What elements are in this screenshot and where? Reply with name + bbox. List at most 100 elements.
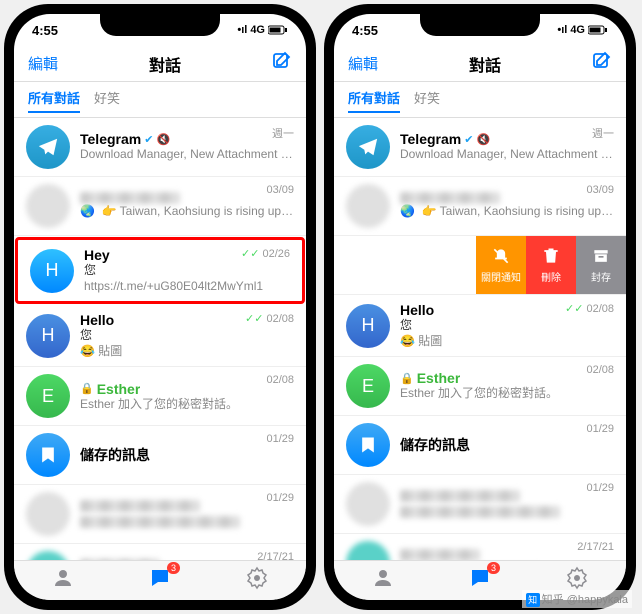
chat-date: 02/08 bbox=[586, 303, 614, 315]
chat-list[interactable]: Telegram ✔ 🔇 Download Manager, New Attac… bbox=[334, 118, 626, 566]
chat-name: Hey bbox=[84, 247, 110, 263]
avatar-saved bbox=[26, 433, 70, 477]
avatar-telegram bbox=[346, 125, 390, 169]
nav-bar: 編輯 對話 bbox=[14, 46, 306, 82]
folder-tabs: 所有對話 好笑 bbox=[14, 82, 306, 118]
chat-name: Telegram bbox=[400, 131, 461, 147]
chat-list[interactable]: Telegram ✔ 🔇 Download Manager, New Attac… bbox=[14, 118, 306, 566]
chats-badge: 3 bbox=[487, 562, 500, 574]
read-check-icon: ✓✓ bbox=[565, 302, 583, 315]
chat-row-telegram[interactable]: Telegram ✔ 🔇 Download Manager, New Attac… bbox=[14, 118, 306, 177]
chat-row-saved[interactable]: 儲存的訊息 01/29 bbox=[334, 416, 626, 475]
avatar: H bbox=[346, 304, 390, 348]
avatar: E bbox=[346, 364, 390, 408]
chats-badge: 3 bbox=[167, 562, 180, 574]
chat-preview: Esther 加入了您的秘密對話。 bbox=[80, 397, 294, 413]
chat-date: 2/17/21 bbox=[577, 541, 614, 553]
signal-icon: •ıl bbox=[237, 24, 247, 36]
swipe-delete-button[interactable]: 刪除 bbox=[526, 236, 576, 294]
network-label: 4G bbox=[250, 24, 265, 36]
chat-date: 01/29 bbox=[586, 423, 614, 435]
chat-name: Esther bbox=[417, 370, 461, 386]
tab-all-chats[interactable]: 所有對話 bbox=[28, 88, 80, 113]
chat-date: 03/09 bbox=[586, 184, 614, 196]
chat-name: Esther bbox=[97, 381, 141, 397]
battery-icon bbox=[268, 25, 288, 35]
chat-date: 02/08 bbox=[266, 313, 294, 325]
tab-settings[interactable] bbox=[245, 566, 269, 595]
page-title: 對話 bbox=[469, 52, 501, 76]
avatar-blurred bbox=[26, 492, 70, 536]
chat-row-blurred[interactable]: 01/29 bbox=[14, 485, 306, 544]
chat-date: 01/29 bbox=[266, 492, 294, 504]
tab-all-chats[interactable]: 所有對話 bbox=[348, 88, 400, 113]
chat-preview: 您😂 貼圖 bbox=[400, 318, 614, 349]
tab-chats[interactable]: 3 bbox=[148, 566, 172, 595]
notch bbox=[420, 14, 540, 36]
chat-row-hello[interactable]: H Hello 您😂 貼圖 ✓✓02/08 bbox=[334, 295, 626, 357]
compose-button[interactable] bbox=[272, 51, 292, 76]
tab-funny[interactable]: 好笑 bbox=[414, 88, 440, 113]
avatar-blurred bbox=[346, 184, 390, 228]
avatar-blurred bbox=[346, 482, 390, 526]
battery-icon bbox=[588, 25, 608, 35]
edit-button[interactable]: 編輯 bbox=[348, 53, 378, 74]
chat-preview: 您😂 貼圖 bbox=[80, 328, 294, 359]
tab-funny[interactable]: 好笑 bbox=[94, 88, 120, 113]
avatar: H bbox=[26, 314, 70, 358]
avatar-saved bbox=[346, 423, 390, 467]
status-time: 4:55 bbox=[352, 23, 378, 38]
verified-icon: ✔ bbox=[144, 133, 153, 146]
chat-preview: 您https://t.me/+uG80E04lt2MwYml1 bbox=[84, 263, 290, 294]
chat-date: 02/26 bbox=[262, 248, 290, 260]
chat-preview: 🌏 👉 Taiwan, Kaohsiung is rising up!... bbox=[400, 204, 614, 220]
tab-contacts[interactable] bbox=[51, 566, 75, 595]
tab-bar: 3 bbox=[14, 560, 306, 600]
chat-row-saved[interactable]: 儲存的訊息 01/29 bbox=[14, 426, 306, 485]
read-check-icon: ✓✓ bbox=[245, 312, 263, 325]
swipe-actions: 關閉通知 刪除 封存 bbox=[476, 236, 626, 294]
chat-row-hey-swiped[interactable]: H ✓✓ 02/26 04lt2MwYml1 關閉通知 bbox=[334, 236, 626, 295]
chat-preview: 04lt2MwYml1 bbox=[334, 264, 464, 280]
avatar-blurred bbox=[26, 184, 70, 228]
read-check-icon: ✓✓ bbox=[241, 247, 259, 260]
tab-contacts[interactable] bbox=[371, 566, 395, 595]
folder-tabs: 所有對話 好笑 bbox=[334, 82, 626, 118]
chat-row-telegram[interactable]: Telegram ✔ 🔇 Download Manager, New Attac… bbox=[334, 118, 626, 177]
chat-name: Telegram bbox=[80, 131, 141, 147]
signal-icon: •ıl bbox=[557, 24, 567, 36]
swipe-archive-button[interactable]: 封存 bbox=[576, 236, 626, 294]
chat-preview: Download Manager, New Attachment Menu, L… bbox=[400, 147, 614, 163]
chat-date: 週一 bbox=[272, 125, 294, 141]
lock-icon: 🔒 bbox=[80, 382, 94, 395]
swipe-mute-button[interactable]: 關閉通知 bbox=[476, 236, 526, 294]
chat-preview: 🌏 👉 Taiwan, Kaohsiung is rising up!... bbox=[80, 204, 294, 220]
chat-row-hey-highlighted[interactable]: H Hey 您https://t.me/+uG80E04lt2MwYml1 ✓✓… bbox=[15, 237, 305, 304]
page-title: 對話 bbox=[149, 52, 181, 76]
network-label: 4G bbox=[570, 24, 585, 36]
avatar: H bbox=[30, 249, 74, 293]
tab-chats[interactable]: 3 bbox=[468, 566, 492, 595]
muted-icon: 🔇 bbox=[476, 133, 490, 146]
phone-left: 4:55 •ıl 4G 編輯 對話 所有對話 好笑 bbox=[4, 4, 316, 610]
avatar: E bbox=[26, 374, 70, 418]
chat-row-blurred[interactable]: 🌏 👉 Taiwan, Kaohsiung is rising up!... 0… bbox=[334, 177, 626, 236]
chat-preview: Esther 加入了您的秘密對話。 bbox=[400, 386, 614, 402]
edit-button[interactable]: 編輯 bbox=[28, 53, 58, 74]
notch bbox=[100, 14, 220, 36]
chat-row-blurred[interactable]: 01/29 bbox=[334, 475, 626, 534]
nav-bar: 編輯 對話 bbox=[334, 46, 626, 82]
chat-row-hello[interactable]: H Hello 您😂 貼圖 ✓✓02/08 bbox=[14, 305, 306, 367]
phone-right: 4:55 •ıl 4G 編輯 對話 所有對話 好笑 bbox=[324, 4, 636, 610]
status-time: 4:55 bbox=[32, 23, 58, 38]
chat-name: Hello bbox=[400, 302, 434, 318]
chat-name: 儲存的訊息 bbox=[400, 435, 470, 455]
muted-icon: 🔇 bbox=[156, 133, 170, 146]
chat-date: 週一 bbox=[592, 125, 614, 141]
chat-row-esther[interactable]: E 🔒Esther Esther 加入了您的秘密對話。 02/08 bbox=[14, 367, 306, 426]
avatar-telegram bbox=[26, 125, 70, 169]
chat-date: 02/08 bbox=[586, 364, 614, 376]
chat-row-blurred[interactable]: 🌏 👉 Taiwan, Kaohsiung is rising up!... 0… bbox=[14, 177, 306, 236]
compose-button[interactable] bbox=[592, 51, 612, 76]
chat-row-esther[interactable]: E 🔒Esther Esther 加入了您的秘密對話。 02/08 bbox=[334, 357, 626, 416]
